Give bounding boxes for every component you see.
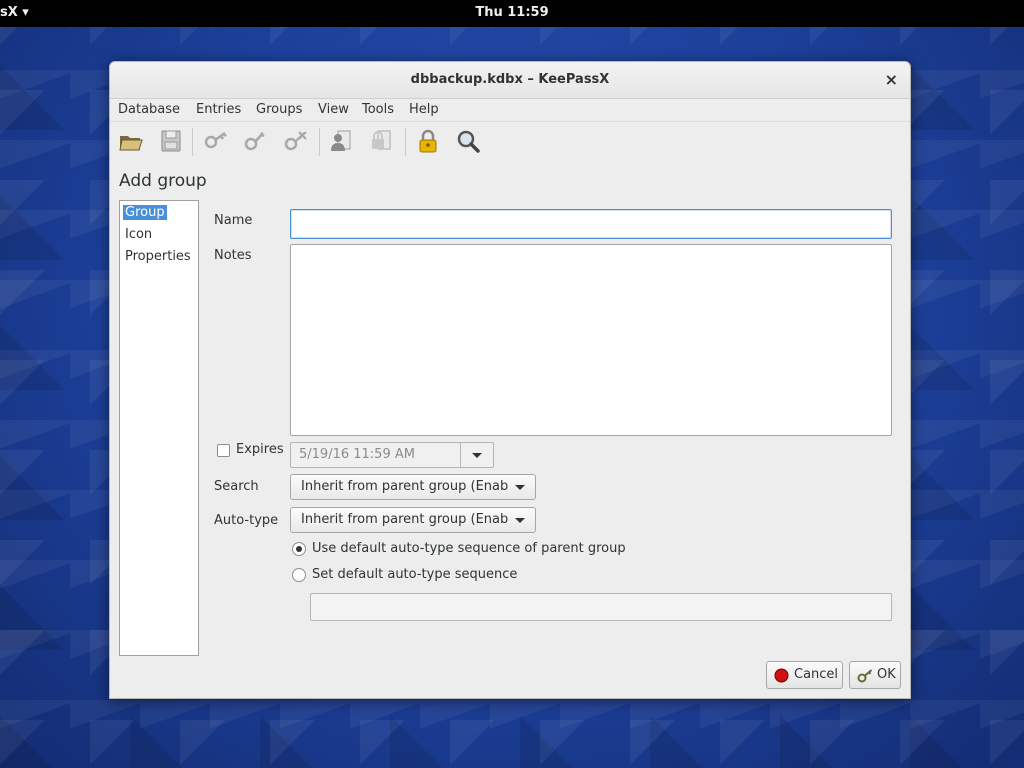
default-sequence-label: Use default auto-type sequence of parent… — [312, 541, 626, 556]
set-sequence-label: Set default auto-type sequence — [312, 567, 518, 582]
toolbar-separator — [192, 128, 193, 156]
menu-view[interactable]: View — [318, 102, 349, 117]
name-input[interactable] — [290, 209, 892, 239]
chevron-down-icon — [472, 453, 482, 458]
menu-groups[interactable]: Groups — [256, 102, 302, 117]
menu-tools[interactable]: Tools — [362, 102, 394, 117]
search-select[interactable]: Inherit from parent group (Enab — [290, 474, 536, 500]
name-label: Name — [214, 213, 253, 228]
category-item-group[interactable]: Group — [123, 205, 167, 220]
ok-button[interactable]: OK — [849, 661, 901, 689]
copy-username-icon[interactable] — [328, 128, 354, 154]
expires-label: Expires — [236, 442, 284, 457]
menu-database[interactable]: Database — [118, 102, 180, 117]
autotype-sequence-input[interactable] — [310, 593, 892, 621]
page-title: Add group — [119, 171, 207, 191]
notes-label: Notes — [214, 248, 252, 263]
set-sequence-radio[interactable] — [292, 568, 306, 582]
menu-bar: Database Entries Groups View Tools Help — [110, 99, 910, 122]
menu-entries[interactable]: Entries — [196, 102, 241, 117]
window-title: dbbackup.kdbx – KeePassX — [410, 72, 610, 87]
toolbar — [110, 124, 910, 160]
lock-database-icon[interactable] — [415, 128, 441, 154]
menu-help[interactable]: Help — [409, 102, 439, 117]
open-database-icon[interactable] — [118, 128, 144, 154]
keepassx-window: dbbackup.kdbx – KeePassX × Database Entr… — [109, 61, 911, 699]
autotype-select-value: Inherit from parent group (Enab — [301, 512, 509, 527]
top-bar: sX ▾ Thu 11:59 — [0, 0, 1024, 27]
radio-selected-dot — [296, 546, 302, 552]
search-select-value: Inherit from parent group (Enab — [301, 479, 509, 494]
cancel-button-label: Cancel — [794, 667, 839, 682]
notes-textarea[interactable] — [290, 244, 892, 436]
edit-entry-icon[interactable] — [242, 128, 268, 154]
expiry-date-picker[interactable]: 5/19/16 11:59 AM — [290, 442, 494, 468]
close-icon[interactable]: × — [885, 70, 898, 89]
cancel-button[interactable]: Cancel — [766, 661, 843, 689]
title-bar: dbbackup.kdbx – KeePassX × — [110, 62, 910, 99]
autotype-label: Auto-type — [214, 513, 279, 528]
category-list: Group Icon Properties — [119, 200, 199, 656]
expiry-date-value: 5/19/16 11:59 AM — [299, 447, 415, 462]
category-item-properties[interactable]: Properties — [123, 249, 193, 264]
ok-button-label: OK — [877, 667, 896, 682]
default-sequence-radio[interactable] — [292, 542, 306, 556]
copy-password-icon[interactable] — [368, 128, 394, 154]
toolbar-separator — [319, 128, 320, 156]
new-entry-icon[interactable] — [202, 128, 228, 154]
search-label: Search — [214, 479, 259, 494]
save-database-icon[interactable] — [158, 128, 184, 154]
autotype-select[interactable]: Inherit from parent group (Enab — [290, 507, 536, 533]
category-item-icon[interactable]: Icon — [123, 227, 154, 242]
expires-checkbox[interactable] — [217, 444, 230, 457]
date-dropdown-button[interactable] — [460, 443, 493, 467]
clock[interactable]: Thu 11:59 — [0, 5, 1024, 20]
search-icon[interactable] — [455, 128, 481, 154]
cancel-icon — [774, 668, 789, 683]
toolbar-separator — [405, 128, 406, 156]
chevron-down-icon — [515, 518, 525, 523]
chevron-down-icon — [515, 485, 525, 490]
delete-entry-icon[interactable] — [282, 128, 308, 154]
ok-key-icon — [857, 669, 873, 683]
